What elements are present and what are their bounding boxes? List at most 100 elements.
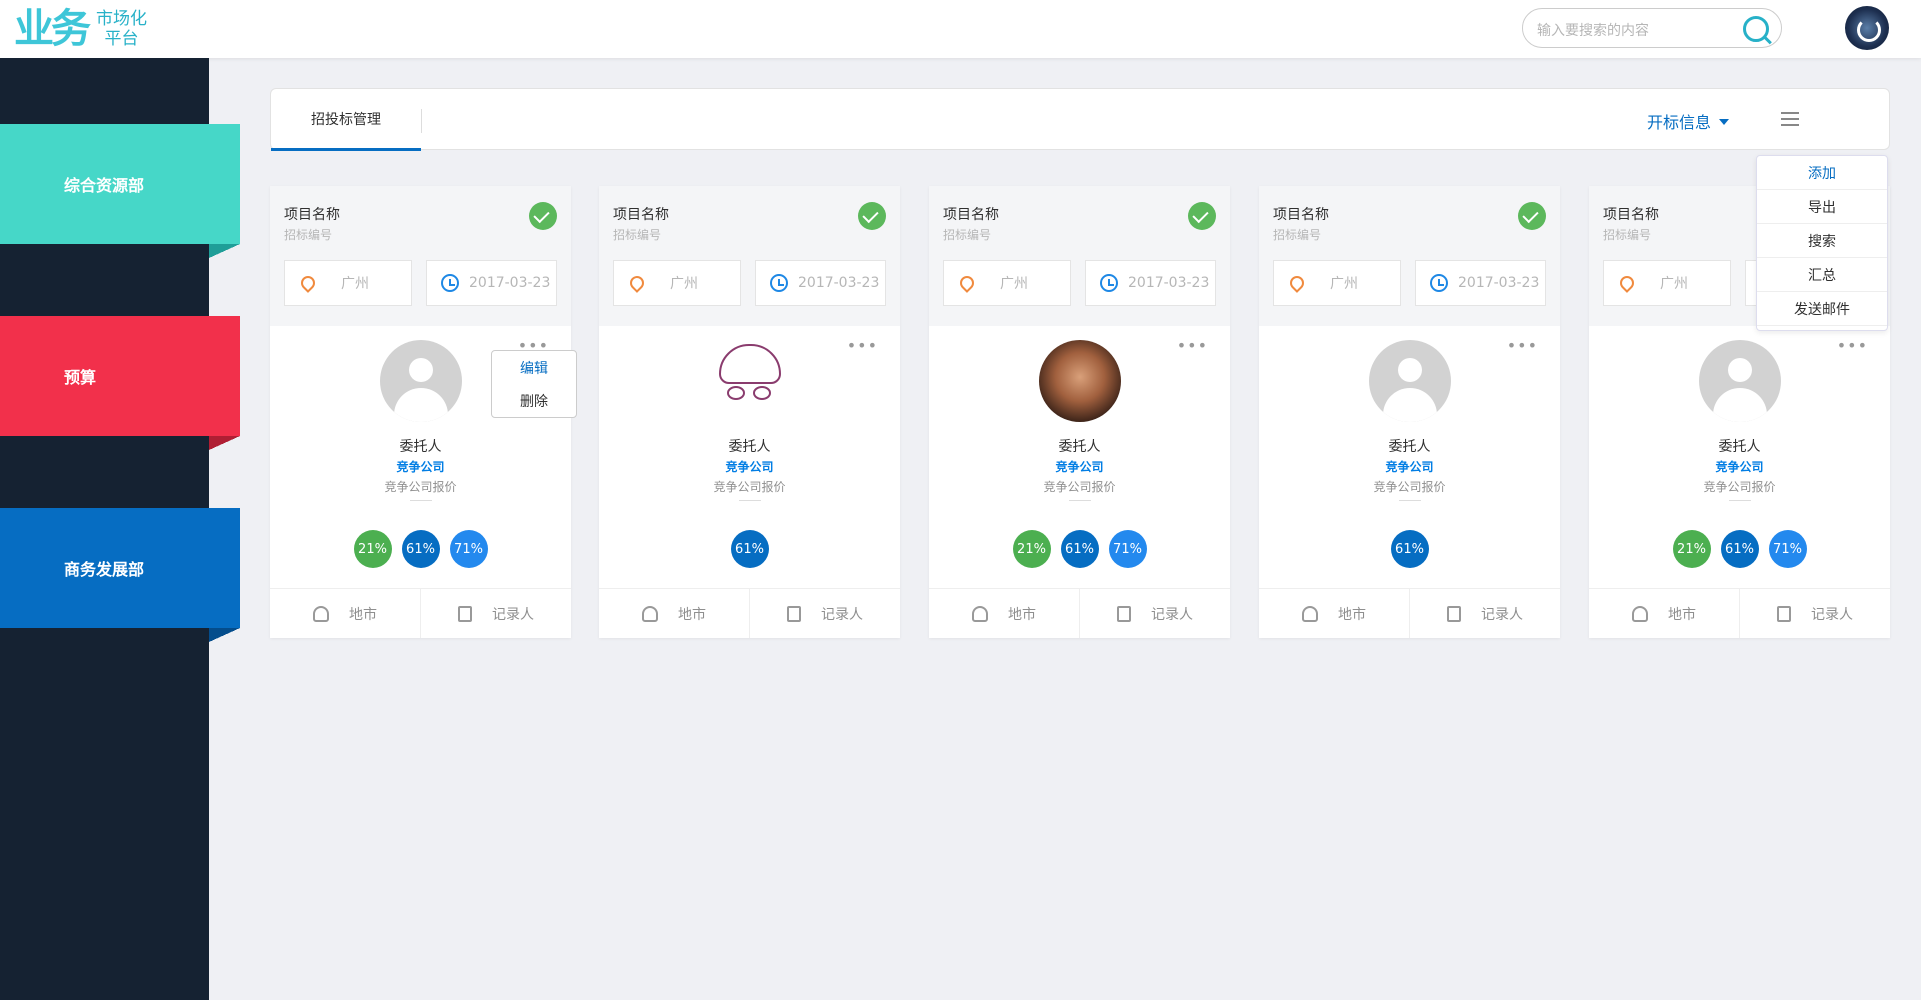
recorder-footer-button[interactable]: 记录人	[1409, 589, 1560, 638]
bid-number: 招标编号	[943, 228, 992, 242]
more-options-icon[interactable]: •••	[847, 336, 878, 355]
city-label: 广州	[341, 276, 369, 292]
recorder-footer-button[interactable]: 记录人	[749, 589, 900, 638]
competitor-quote: 竞争公司报价	[1703, 480, 1776, 494]
competitor-quote: 竞争公司报价	[384, 480, 457, 494]
date-field: 2017-03-23	[1085, 260, 1216, 306]
top-header: 业务 市场化 平台 输入要搜索的内容	[0, 0, 1921, 58]
footer-city-label: 地市	[1668, 606, 1696, 623]
client-name: 委托人	[1058, 439, 1101, 455]
card-header: 项目名称招标编号广州 2017-03-23	[599, 186, 900, 326]
city-footer-button[interactable]: 地市	[1259, 589, 1409, 638]
search-input[interactable]: 输入要搜索的内容	[1522, 8, 1782, 48]
city-label: 广州	[1660, 276, 1688, 292]
project-card[interactable]: 项目名称 招标编号 广州 2017-03-23 ••• 委托人 竞争公司 竞争公司报价 61% 地…	[599, 186, 900, 638]
project-name: 项目名称	[284, 207, 340, 223]
sidebar-item-fold	[209, 244, 240, 258]
competitor-company[interactable]: 竞争公司	[929, 458, 1230, 475]
percent-badge: 21%	[1012, 530, 1051, 568]
percent-row: 61%	[599, 530, 900, 568]
card-footer: 地市 记录人	[1589, 588, 1890, 638]
footer-recorder-label: 记录人	[492, 606, 534, 623]
sidebar-item-fold	[209, 436, 240, 450]
date-field: 2017-03-23	[1415, 260, 1546, 306]
sidebar-item-1[interactable]: 综合资源部	[0, 124, 240, 244]
user-avatar[interactable]	[1845, 6, 1889, 50]
date-label: 2017-03-23	[1128, 275, 1210, 291]
competitor-company[interactable]: 竞争公司	[1259, 458, 1560, 475]
avatar	[380, 340, 462, 422]
project-name: 项目名称	[1603, 207, 1659, 223]
dropdown-item[interactable]: 添加	[1757, 156, 1887, 190]
percent-row: 21% 61% 71%	[929, 530, 1230, 568]
alarm-clock-icon	[770, 274, 788, 292]
competitor-company[interactable]: 竞争公司	[270, 458, 571, 475]
divider	[1399, 500, 1421, 501]
percent-badge: 71%	[449, 530, 488, 568]
user-location-icon	[1302, 605, 1318, 622]
dropdown-item[interactable]: 汇总	[1757, 258, 1887, 292]
alarm-clock-icon	[1100, 274, 1118, 292]
footer-recorder-label: 记录人	[1811, 606, 1853, 623]
recorder-footer-button[interactable]: 记录人	[1739, 589, 1890, 638]
project-card[interactable]: 项目名称招标编号广州 2017-03-23 ••• 委托人竞争公司竞争公司报价 21%6…	[929, 186, 1230, 638]
project-name: 项目名称	[1273, 207, 1329, 223]
date-field: 2017-03-23	[426, 260, 557, 306]
project-name: 项目名称	[613, 207, 669, 223]
dropdown-item[interactable]: 搜索	[1757, 224, 1887, 258]
more-options-icon[interactable]: •••	[1837, 336, 1868, 355]
competitor-company[interactable]: 竞争公司	[599, 458, 900, 475]
city-footer-button[interactable]: 地市	[1589, 589, 1739, 638]
percent-row: 61%	[1259, 530, 1560, 568]
sidebar-item-2[interactable]: 预算	[0, 316, 240, 436]
percent-badge: 71%	[1108, 530, 1147, 568]
location-pin-icon	[957, 273, 977, 293]
competitor-quote: 竞争公司报价	[1043, 480, 1116, 494]
edit-menu-item[interactable]: 编辑	[492, 351, 576, 384]
recorder-footer-button[interactable]: 记录人	[420, 589, 571, 638]
competitor-company[interactable]: 竞争公司	[1589, 458, 1890, 475]
card-footer: 地市 记录人	[929, 588, 1230, 638]
user-location-icon	[1632, 605, 1648, 622]
percent-row: 21% 61% 71%	[1589, 530, 1890, 568]
city-footer-button[interactable]: 地市	[270, 589, 420, 638]
recorder-footer-button[interactable]: 记录人	[1079, 589, 1230, 638]
city-footer-button[interactable]: 地市	[929, 589, 1079, 638]
bid-number: 招标编号	[613, 228, 662, 242]
sidebar-item-label: 商务发展部	[64, 560, 145, 579]
tab-bidding-management[interactable]: 招投标管理	[271, 89, 421, 151]
edit-note-icon	[458, 605, 472, 622]
percent-badge: 61%	[1390, 530, 1429, 568]
city-field: 广州	[1603, 260, 1731, 306]
card-footer: 地市 记录人	[1259, 588, 1560, 638]
percent-badge: 61%	[401, 530, 440, 568]
location-pin-icon	[627, 273, 647, 293]
check-icon	[1518, 202, 1546, 230]
sidebar-item-3[interactable]: 商务发展部	[0, 508, 240, 628]
city-field: 广州	[943, 260, 1071, 306]
search-icon[interactable]	[1743, 16, 1769, 42]
logo[interactable]: 业务 市场化 平台	[14, 6, 147, 52]
menu-icon[interactable]	[1781, 112, 1799, 126]
project-card[interactable]: 项目名称 招标编号 广州 2017-03-23 ••• 委托人 竞争公司 竞争公司报价 61% 地…	[1259, 186, 1560, 638]
divider	[1729, 500, 1751, 501]
delete-menu-item[interactable]: 删除	[492, 384, 576, 417]
competitor-quote: 竞争公司报价	[713, 480, 786, 494]
bid-number: 招标编号	[1603, 228, 1652, 242]
footer-city-label: 地市	[349, 606, 377, 623]
location-pin-icon	[298, 273, 318, 293]
more-options-icon[interactable]: •••	[1507, 336, 1538, 355]
more-options-icon[interactable]: •••	[1177, 336, 1208, 355]
percent-badge: 21%	[1672, 530, 1711, 568]
percent-badge: 71%	[1768, 530, 1807, 568]
client-name: 委托人	[1718, 439, 1761, 455]
edit-note-icon	[1447, 605, 1461, 622]
bid-info-dropdown[interactable]: 开标信息	[1647, 109, 1729, 133]
dropdown-item[interactable]: 导出	[1757, 190, 1887, 224]
card-header: 项目名称招标编号广州 2017-03-23	[1259, 186, 1560, 326]
dropdown-item[interactable]: 发送邮件	[1757, 292, 1887, 326]
divider	[410, 500, 432, 501]
city-footer-button[interactable]: 地市	[599, 589, 749, 638]
card-footer: 地市 记录人	[270, 588, 571, 638]
card-footer: 地市 记录人	[599, 588, 900, 638]
